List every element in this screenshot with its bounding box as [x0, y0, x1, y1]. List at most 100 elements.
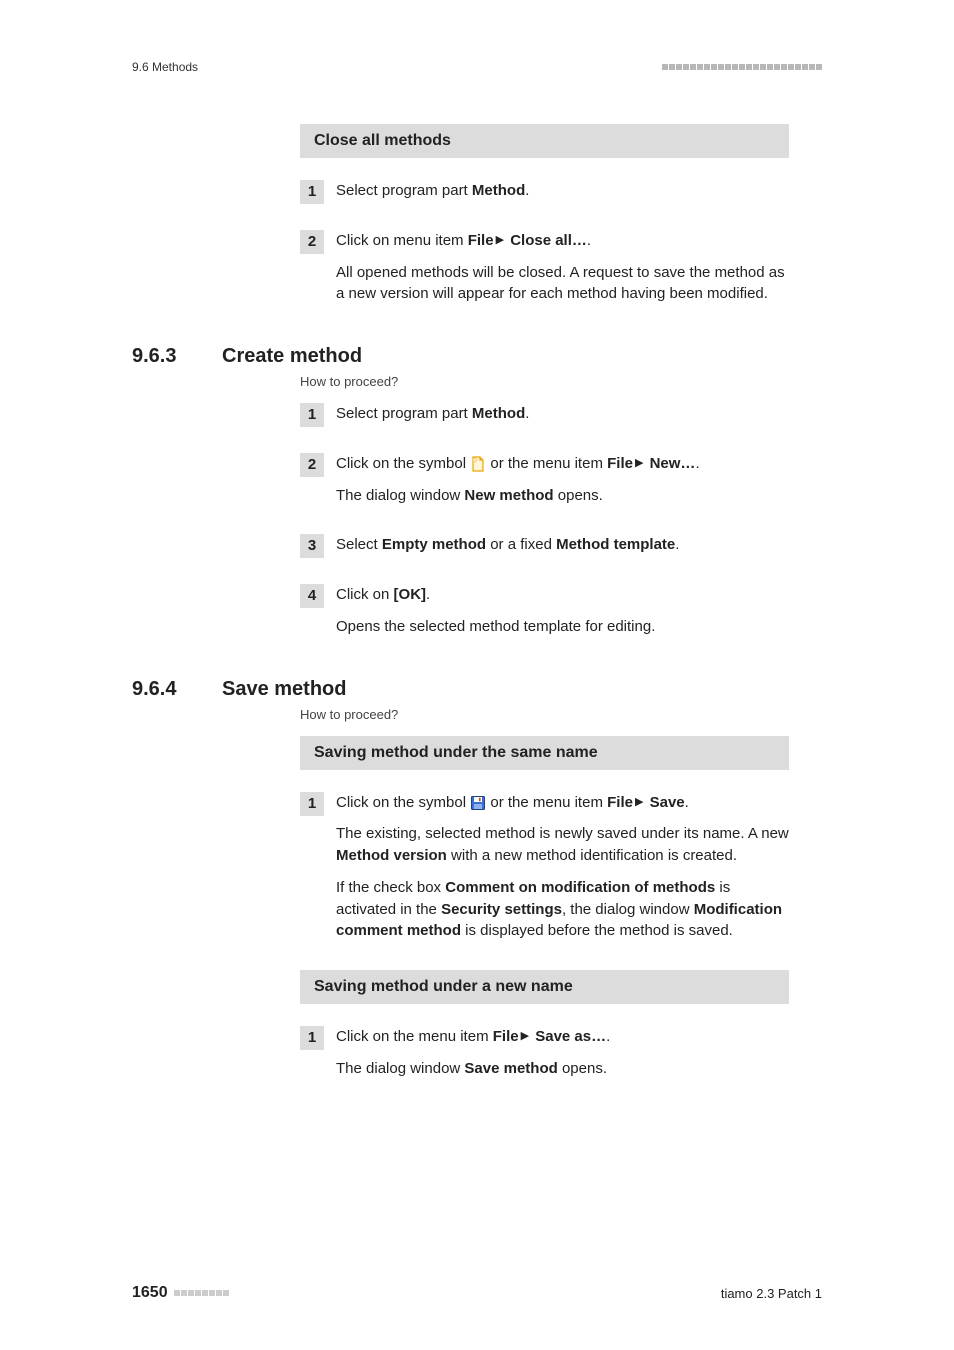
text-run: Select program part: [336, 182, 472, 199]
step-text: Select program part Method.: [336, 180, 789, 202]
bold-text: Save method: [464, 1060, 557, 1077]
procedure-step: 2 Click on the symbol or the menu item Fi…: [300, 453, 789, 517]
step-result: The dialog window New method opens.: [336, 485, 789, 507]
bold-text: Comment on modification of methods: [445, 879, 715, 896]
menu-arrow-icon: ▶: [633, 457, 645, 469]
step-text: Click on [OK].: [336, 584, 789, 606]
step-text: Select Empty method or a fixed Method te…: [336, 534, 789, 556]
save-new-steps: 1 Click on the menu item File▶ Save as…. T…: [300, 1026, 789, 1090]
running-header: 9.6 Methods: [40, 60, 914, 74]
text-run: or the menu item: [486, 455, 607, 472]
section-963-header: 9.6.3 Create method: [40, 345, 914, 368]
text-run: .: [426, 586, 430, 603]
page-footer: 1650 tiamo 2.3 Patch 1: [132, 1284, 822, 1302]
step-text: Click on menu item File▶ Close all….: [336, 230, 789, 252]
section-963-title: Create method: [222, 345, 362, 368]
text-run: or the menu item: [486, 794, 607, 811]
step-result: Opens the selected method template for e…: [336, 616, 789, 638]
bold-text: Empty method: [382, 536, 486, 553]
bold-text: Method: [472, 182, 525, 199]
menu-arrow-icon: ▶: [633, 796, 645, 808]
text-run: .: [675, 536, 679, 553]
text-run: .: [685, 794, 689, 811]
step-number: 1: [300, 792, 324, 816]
bold-text: Close all…: [510, 232, 587, 249]
bold-text: Method: [472, 405, 525, 422]
step-number: 1: [300, 403, 324, 427]
step-number: 2: [300, 453, 324, 477]
procedure-step: 3 Select Empty method or a fixed Method t…: [300, 534, 789, 566]
text-run: opens.: [558, 1060, 607, 1077]
text-run: The dialog window: [336, 487, 464, 504]
footer-right: tiamo 2.3 Patch 1: [721, 1286, 822, 1301]
howto-963: How to proceed?: [300, 374, 914, 389]
step-result: All opened methods will be closed. A req…: [336, 262, 789, 306]
bold-text: Method version: [336, 847, 447, 864]
section-964-header: 9.6.4 Save method: [40, 678, 914, 701]
header-left: 9.6 Methods: [132, 60, 198, 74]
procedure-step: 2 Click on menu item File▶ Close all…. All…: [300, 230, 789, 315]
page-number: 1650: [132, 1284, 168, 1302]
text-run: The existing, selected method is newly s…: [336, 825, 789, 842]
text-run: If the check box: [336, 879, 445, 896]
bold-text: New method: [464, 487, 553, 504]
step-text: Click on the symbol or the menu item Fil…: [336, 792, 789, 814]
new-file-icon: [470, 456, 486, 472]
text-run: or a fixed: [486, 536, 556, 553]
step-number: 2: [300, 230, 324, 254]
text-run: .: [525, 182, 529, 199]
section-964-num: 9.6.4: [132, 678, 222, 701]
proc-title-save-same: Saving method under the same name: [300, 736, 789, 770]
section-963-steps: 1 Select program part Method. 2 Click on th…: [300, 403, 789, 648]
text-run: .: [587, 232, 591, 249]
bold-text: File: [493, 1028, 519, 1045]
save-icon: [470, 795, 486, 811]
step-number: 1: [300, 1026, 324, 1050]
bold-text: [OK]: [394, 586, 427, 603]
text-run: Click on the menu item: [336, 1028, 493, 1045]
procedure-step: 1 Click on the symbol or the menu item Fi…: [300, 792, 789, 953]
bold-text: Save as…: [535, 1028, 606, 1045]
footer-ornament-icon: [174, 1290, 229, 1296]
text-run: .: [695, 455, 699, 472]
text-run: Click on: [336, 586, 394, 603]
howto-964: How to proceed?: [300, 707, 914, 722]
proc-title-close-all: Close all methods: [300, 124, 789, 158]
procedure-step: 4Click on [OK].Opens the selected method…: [300, 584, 789, 648]
text-run: Click on the symbol: [336, 794, 470, 811]
step-text: Click on the menu item File▶ Save as….: [336, 1026, 789, 1048]
text-run: .: [606, 1028, 610, 1045]
text-run: .: [525, 405, 529, 422]
step-text: Click on the symbol or the menu item Fil…: [336, 453, 789, 475]
menu-arrow-icon: ▶: [519, 1030, 531, 1042]
text-run: Select: [336, 536, 382, 553]
bold-text: New…: [650, 455, 696, 472]
section-964-title: Save method: [222, 678, 346, 701]
step-result: The existing, selected method is newly s…: [336, 823, 789, 867]
section-963-num: 9.6.3: [132, 345, 222, 368]
text-run: Click on the symbol: [336, 455, 470, 472]
text-run: opens.: [554, 487, 603, 504]
text-run: with a new method identification is crea…: [447, 847, 737, 864]
step-text: Select program part Method.: [336, 403, 789, 425]
procedure-step: 1 Click on the menu item File▶ Save as…. T…: [300, 1026, 789, 1090]
bold-text: File: [607, 455, 633, 472]
step-result: If the check box Comment on modification…: [336, 877, 789, 942]
proc-title-save-new: Saving method under a new name: [300, 970, 789, 1004]
header-ornament-icon: [662, 64, 822, 70]
text-run: , the dialog window: [562, 901, 694, 918]
save-same-steps: 1 Click on the symbol or the menu item Fi…: [300, 792, 789, 953]
menu-arrow-icon: ▶: [494, 234, 506, 246]
text-run: Click on menu item: [336, 232, 468, 249]
step-result: The dialog window Save method opens.: [336, 1058, 789, 1080]
procedure-step: 1 Select program part Method.: [300, 403, 789, 435]
bold-text: Save: [650, 794, 685, 811]
step-number: 3: [300, 534, 324, 558]
bold-text: Method template: [556, 536, 675, 553]
procedure-step: 1Select program part Method.: [300, 180, 789, 212]
bold-text: File: [468, 232, 494, 249]
close-all-steps: 1Select program part Method. 2 Click on me…: [300, 180, 789, 315]
bold-text: File: [607, 794, 633, 811]
text-run: is displayed before the method is saved.: [461, 922, 733, 939]
text-run: The dialog window: [336, 1060, 464, 1077]
